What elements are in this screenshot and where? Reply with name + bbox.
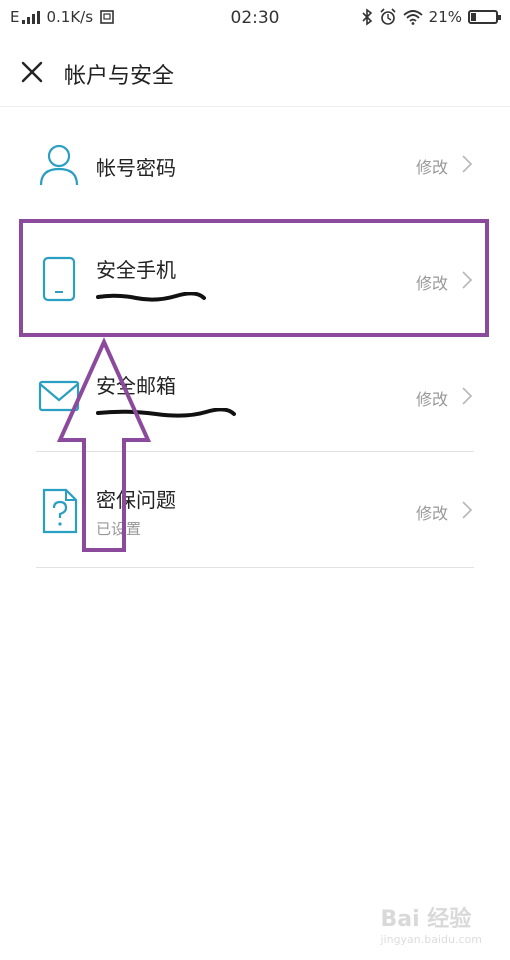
battery-percent: 21% [428, 8, 462, 26]
highlight-box [19, 219, 489, 337]
row-divider [36, 451, 474, 452]
chevron-right-icon [462, 387, 473, 405]
question-file-icon [42, 488, 78, 534]
security-email-item[interactable]: 安全邮箱 修改 [36, 340, 474, 452]
watermark-brand: Bai 经验 [380, 907, 472, 932]
alarm-icon [380, 8, 396, 25]
mail-icon [38, 380, 80, 412]
edit-link[interactable]: 修改 [416, 154, 448, 178]
account-password-item[interactable]: 帐号密码 修改 [36, 108, 474, 220]
security-question-item[interactable]: 密保问题 已设置 修改 [36, 456, 474, 568]
edit-link[interactable]: 修改 [416, 386, 448, 410]
user-icon [39, 144, 79, 186]
app-header: 帐户与安全 [0, 46, 510, 102]
page-title: 帐户与安全 [64, 64, 175, 89]
item-title: 密保问题 [96, 488, 176, 512]
bluetooth-icon [362, 8, 372, 26]
watermark-url: jingyan.baidu.com [380, 933, 482, 946]
status-right: 21% [361, 8, 501, 26]
redacted-email [96, 408, 236, 418]
item-title: 帐号密码 [96, 156, 176, 180]
watermark: Bai 经验 jingyan.baidu.com [380, 901, 482, 946]
item-title: 安全邮箱 [96, 374, 176, 398]
header-divider [0, 106, 510, 107]
status-bar: E 0.1K/s 02:30 21% [0, 0, 510, 36]
item-subtitle: 已设置 [96, 520, 142, 538]
edit-link[interactable]: 修改 [416, 500, 448, 524]
row-divider [36, 567, 474, 568]
battery-icon [468, 10, 501, 24]
chevron-right-icon [462, 155, 473, 173]
chevron-right-icon [462, 501, 473, 519]
close-icon[interactable] [18, 58, 46, 86]
wifi-icon [403, 10, 423, 25]
